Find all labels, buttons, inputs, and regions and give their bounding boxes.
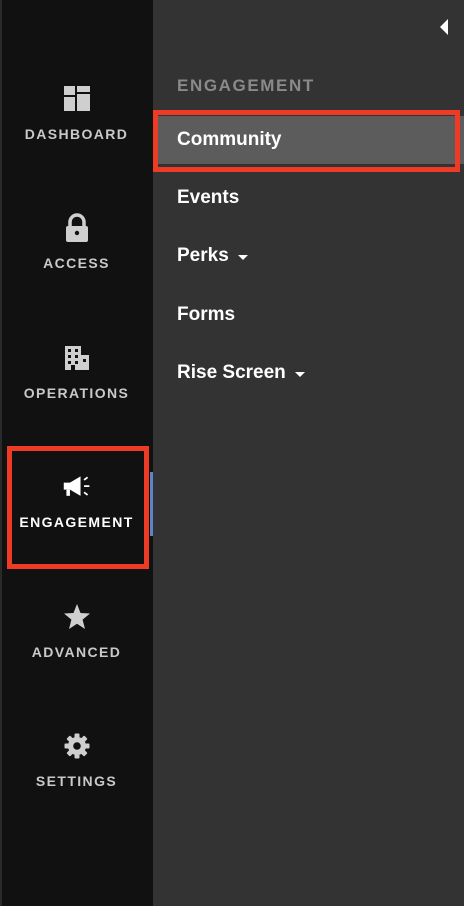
rail-item-label: ACCESS bbox=[43, 255, 110, 271]
community-highlight-box bbox=[153, 110, 460, 172]
menu-item-rise-screen[interactable]: Rise Screen bbox=[153, 349, 464, 397]
rail-item-label: DASHBOARD bbox=[24, 126, 129, 142]
building-icon bbox=[62, 343, 92, 373]
chevron-down-icon bbox=[237, 254, 248, 260]
collapse-caret-icon[interactable] bbox=[438, 18, 450, 36]
section-title: ENGAGEMENT bbox=[177, 76, 315, 95]
engagement-highlight-box bbox=[7, 446, 149, 569]
rail-item-label: OPERATIONS bbox=[23, 385, 130, 401]
lock-icon bbox=[62, 213, 92, 243]
rail-item-label: ADVANCED bbox=[31, 644, 122, 660]
menu-item-events[interactable]: Events bbox=[153, 174, 464, 222]
rail-item-dashboard[interactable]: DASHBOARD bbox=[2, 84, 151, 192]
chevron-down-icon bbox=[294, 371, 305, 377]
menu-item-label: Rise Screen bbox=[177, 362, 286, 383]
menu-item-perks[interactable]: Perks bbox=[153, 232, 464, 280]
rail-item-operations[interactable]: OPERATIONS bbox=[2, 343, 151, 451]
gear-icon bbox=[62, 731, 92, 761]
rail-item-access[interactable]: ACCESS bbox=[2, 213, 151, 321]
dashboard-icon bbox=[62, 84, 92, 114]
rail-item-label: SETTINGS bbox=[35, 773, 118, 789]
menu-item-label: Events bbox=[177, 187, 240, 208]
star-icon bbox=[62, 602, 92, 632]
rail-item-advanced[interactable]: ADVANCED bbox=[2, 602, 151, 710]
menu-item-forms[interactable]: Forms bbox=[153, 291, 464, 339]
menu-item-label: Forms bbox=[177, 304, 236, 325]
menu-item-label: Perks bbox=[177, 245, 229, 266]
rail-item-settings[interactable]: SETTINGS bbox=[2, 731, 151, 839]
